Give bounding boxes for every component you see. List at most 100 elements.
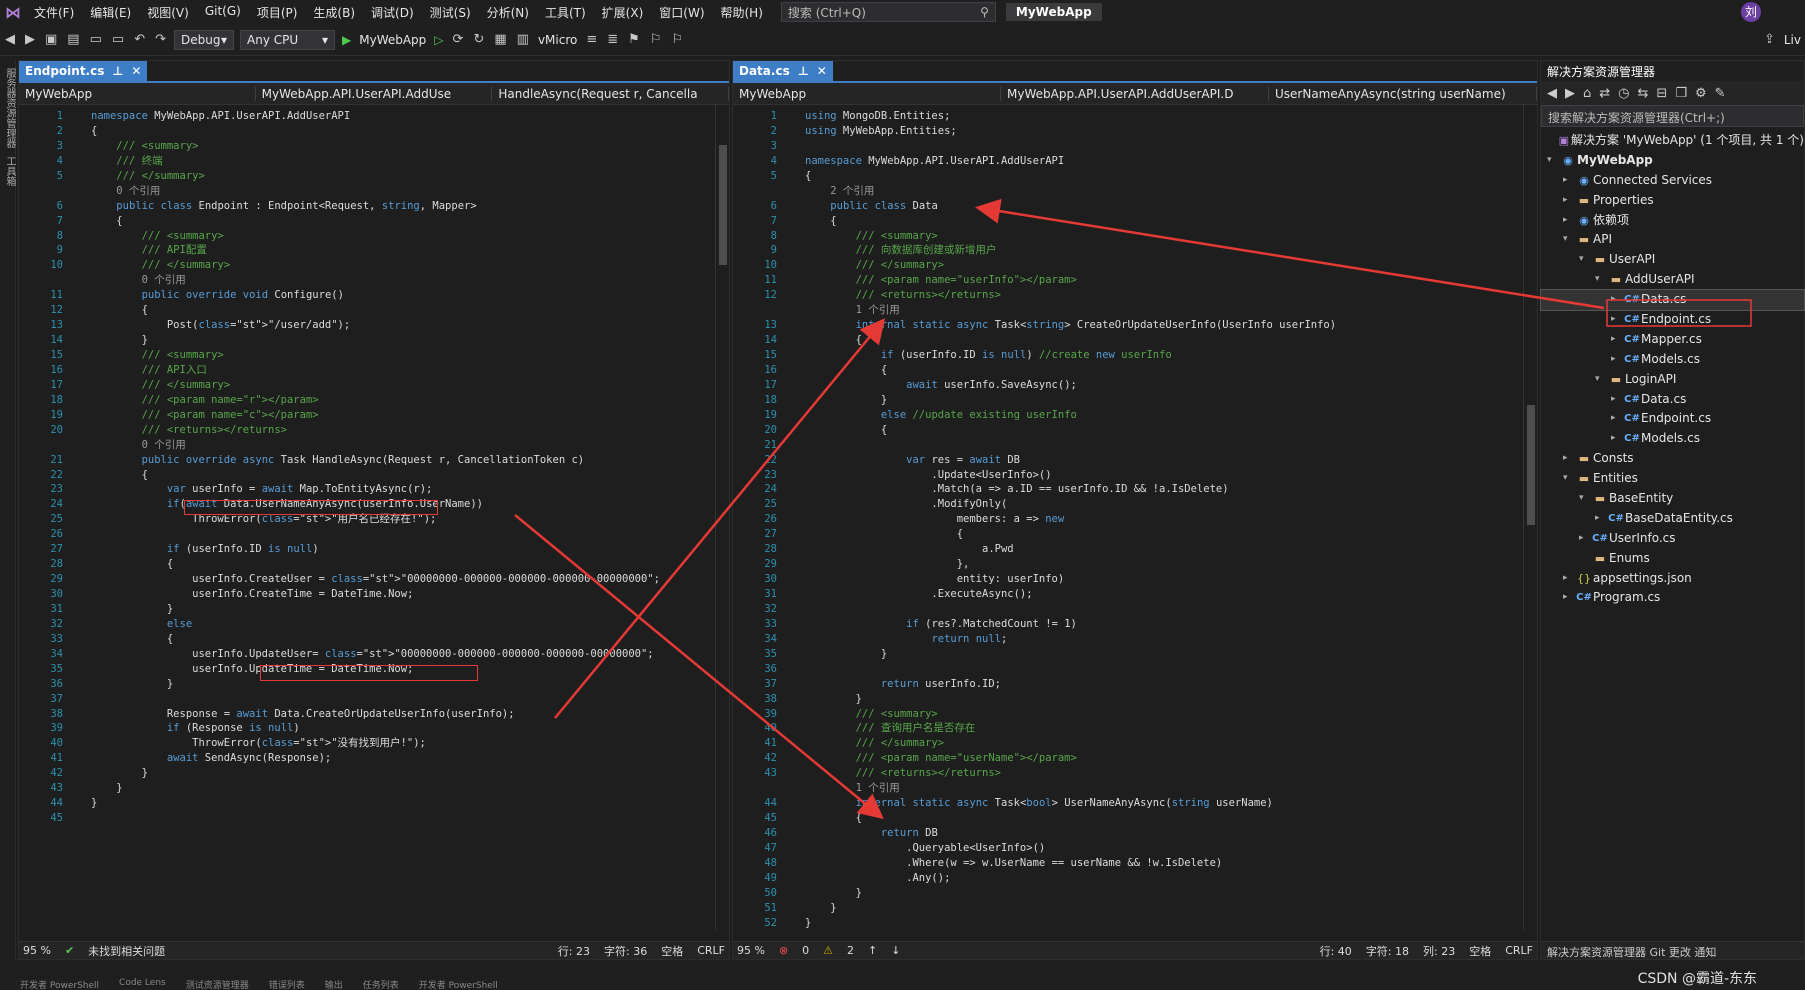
bottom-tab[interactable]: 错误列表 <box>269 978 305 990</box>
tab-notifications[interactable]: 通知 <box>1694 946 1716 959</box>
save-icon[interactable]: ▭ <box>85 32 107 47</box>
indent-mode[interactable]: 空格 <box>661 943 683 959</box>
menu-item-4[interactable]: 项目(P) <box>249 4 306 21</box>
expand-icon[interactable]: ▸ <box>1611 390 1623 410</box>
tree-item[interactable]: ▸ ▬ Properties <box>1541 191 1804 211</box>
tree-item[interactable]: ▾ ▬ UserAPI <box>1541 250 1804 270</box>
tree-item[interactable]: ▸ ◉ Connected Services <box>1541 171 1804 191</box>
server-explorer-tab[interactable]: 服务器资源管理器 <box>2 68 17 148</box>
expand-icon[interactable]: ▸ <box>1563 449 1575 469</box>
bookmark-next-icon[interactable]: ⚐ <box>666 32 688 47</box>
menu-item-8[interactable]: 分析(N) <box>479 4 537 21</box>
menu-item-0[interactable]: 文件(F) <box>26 4 82 21</box>
tree-item[interactable]: ▾ ▬ AddUserAPI <box>1541 270 1804 290</box>
bottom-tab[interactable]: 输出 <box>325 978 343 990</box>
expand-icon[interactable]: ▸ <box>1611 310 1623 330</box>
project-dropdown[interactable]: MyWebApp <box>733 86 1001 101</box>
bottom-tab[interactable]: Code Lens <box>119 978 166 990</box>
tree-item[interactable]: ▣ 解决方案 'MyWebApp' (1 个项目, 共 1 个) <box>1541 131 1804 151</box>
code-editor[interactable]: 1 using MongoDB.Entities; 2 using MyWebApp.… <box>733 105 1537 931</box>
tree-item[interactable]: ▸ ◉ 依赖项 <box>1541 211 1804 231</box>
expand-icon[interactable]: ▾ <box>1563 230 1575 250</box>
copy-icon[interactable]: ❐ <box>1675 86 1687 101</box>
line-ending[interactable]: CRLF <box>1505 944 1533 957</box>
tree-item[interactable]: ▸ C# UserInfo.cs <box>1541 529 1804 549</box>
code-editor[interactable]: 1 namespace MyWebApp.API.UserAPI.AddUserA… <box>19 105 729 931</box>
menu-item-11[interactable]: 窗口(W) <box>651 4 712 21</box>
sync-icon[interactable]: ⇆ <box>1638 86 1649 101</box>
layout-icon[interactable]: ▥ <box>512 32 534 47</box>
member-dropdown[interactable]: HandleAsync(Request r, Cancella <box>492 86 730 101</box>
expand-icon[interactable]: ▸ <box>1579 529 1591 549</box>
home-icon[interactable]: ⌂ <box>1583 86 1591 101</box>
undo-icon[interactable]: ↶ <box>129 32 150 47</box>
tree-item[interactable]: ▸ C# Mapper.cs <box>1541 330 1804 350</box>
expand-icon[interactable]: ▸ <box>1611 290 1623 310</box>
tree-item[interactable]: ▸ C# Endpoint.cs <box>1541 409 1804 429</box>
vmicro-menu[interactable]: vMicro <box>534 33 581 47</box>
expand-icon[interactable]: ▸ <box>1611 429 1623 449</box>
line-ending[interactable]: CRLF <box>697 944 725 957</box>
warning-count[interactable]: 2 <box>847 944 854 957</box>
menu-item-7[interactable]: 测试(S) <box>422 4 479 21</box>
type-dropdown[interactable]: MyWebApp.API.UserAPI.AddUse <box>256 86 493 101</box>
back-icon[interactable]: ◀ <box>0 32 20 47</box>
expand-icon[interactable]: ▸ <box>1563 171 1575 191</box>
menu-item-10[interactable]: 扩展(X) <box>594 4 652 21</box>
tab-endpoint[interactable]: Endpoint.cs ⊥ ✕ <box>19 61 148 81</box>
expand-icon[interactable]: ▾ <box>1547 151 1559 171</box>
bottom-tab[interactable]: 开发者 PowerShell <box>419 978 498 990</box>
properties-icon[interactable]: ⚙ <box>1695 86 1707 101</box>
run-icon[interactable]: ▶ <box>338 33 355 47</box>
menu-item-6[interactable]: 调试(D) <box>363 4 422 21</box>
save-all-icon[interactable]: ▭ <box>107 32 129 47</box>
tree-item[interactable]: ▾ ▬ LoginAPI <box>1541 370 1804 390</box>
toolbox-tab[interactable]: 工具箱 <box>2 156 17 186</box>
wrench-icon[interactable]: ✎ <box>1715 86 1726 101</box>
tree-item[interactable]: ▸{} appsettings.json <box>1541 569 1804 589</box>
avatar[interactable]: 刘 <box>1741 2 1761 22</box>
scrollbar-thumb[interactable] <box>719 145 727 265</box>
vertical-scrollbar[interactable] <box>715 105 729 931</box>
menu-item-2[interactable]: 视图(V) <box>139 4 197 21</box>
bottom-tab[interactable]: 测试资源管理器 <box>186 978 249 990</box>
open-icon[interactable]: ▤ <box>62 32 84 47</box>
expand-icon[interactable]: ▾ <box>1595 270 1607 290</box>
tree-item[interactable]: ▸ C# Data.cs <box>1540 289 1805 312</box>
tab-solution-explorer[interactable]: 解决方案资源管理器 <box>1547 946 1646 959</box>
scrollbar-thumb[interactable] <box>1527 405 1535 525</box>
zoom-level[interactable]: 95 % <box>23 944 51 957</box>
tree-item[interactable]: ▬ Enums <box>1541 549 1804 569</box>
tree-item[interactable]: ▾ ▬ BaseEntity <box>1541 489 1804 509</box>
menu-item-12[interactable]: 帮助(H) <box>713 4 771 21</box>
up-arrow-icon[interactable]: ↑ <box>868 944 877 957</box>
expand-icon[interactable]: ▸ <box>1563 569 1575 589</box>
project-dropdown[interactable]: MyWebApp <box>19 86 256 101</box>
tree-item[interactable]: ▸ C# Models.cs <box>1541 350 1804 370</box>
history-icon[interactable]: ◷ <box>1618 86 1629 101</box>
menu-item-5[interactable]: 生成(B) <box>305 4 363 21</box>
expand-icon[interactable]: ▸ <box>1611 330 1623 350</box>
expand-icon[interactable]: ▾ <box>1595 370 1607 390</box>
bottom-tab[interactable]: 开发者 PowerShell <box>20 978 99 990</box>
run-button[interactable]: MyWebApp <box>355 33 430 47</box>
live-share-button[interactable]: Liv <box>1780 33 1805 47</box>
menu-item-1[interactable]: 编辑(E) <box>82 4 139 21</box>
tree-item[interactable]: ▸ C# Data.cs <box>1541 390 1804 410</box>
browser-icon[interactable]: ▦ <box>489 32 511 47</box>
tab-data[interactable]: Data.cs ⊥ ✕ <box>733 61 833 81</box>
restart-icon[interactable]: ↻ <box>468 32 489 47</box>
tree-item[interactable]: ▸ C# Endpoint.cs <box>1541 310 1804 330</box>
expand-icon[interactable]: ▸ <box>1563 588 1575 608</box>
pin-icon[interactable]: ⊥ <box>112 64 123 78</box>
pin-icon[interactable]: ⊥ <box>798 64 809 78</box>
solution-search-input[interactable]: 搜索解决方案资源管理器(Ctrl+;) <box>1541 105 1804 127</box>
tab-git-changes[interactable]: Git 更改 <box>1650 946 1691 959</box>
tree-item[interactable]: ▸ C# BaseDataEntity.cs <box>1541 509 1804 529</box>
expand-icon[interactable]: ▸ <box>1563 191 1575 211</box>
expand-icon[interactable]: ▸ <box>1611 409 1623 429</box>
tree-item[interactable]: ▾ ▬ API <box>1541 230 1804 250</box>
bottom-tab[interactable]: 任务列表 <box>363 978 399 990</box>
uncomment-icon[interactable]: ≣ <box>602 32 623 47</box>
vertical-scrollbar[interactable] <box>1523 105 1537 931</box>
